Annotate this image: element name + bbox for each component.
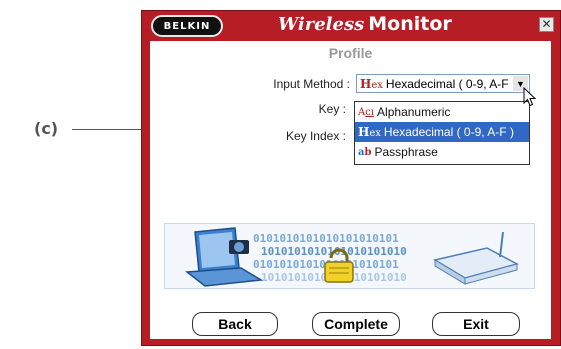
binary-row: 0101010101010101010101 (253, 232, 399, 245)
window-title: Wireless Monitor (278, 13, 452, 35)
key-label: Key : (318, 102, 346, 116)
complete-button[interactable]: Complete (312, 312, 400, 336)
titlebar: BELKIN Wireless Monitor ✕ (142, 11, 560, 39)
mouse-cursor-icon (523, 87, 537, 107)
option-passphrase[interactable]: ab Passphrase (355, 142, 529, 162)
profile-panel: Profile Input Method : Key : Key Index :… (150, 41, 551, 339)
option-hexadecimal[interactable]: Hex Hexadecimal ( 0-9, A-F ) (355, 122, 529, 142)
hex-icon: Hex (358, 125, 381, 139)
input-method-select[interactable]: Hex Hexadecimal ( 0-9, A-F ▼ (356, 74, 530, 93)
back-button[interactable]: Back (192, 312, 278, 336)
page-title: Profile (328, 45, 373, 61)
illustration-graphic: 0101010101010101010101 10101010101010101… (165, 224, 534, 288)
input-method-label: Input Method : (273, 77, 350, 91)
option-label: Hexadecimal ( 0-9, A-F ) (383, 125, 514, 139)
option-label: Alphanumeric (377, 105, 451, 119)
input-method-dropdown: Acı Alphanumeric Hex Hexadecimal ( 0-9, … (354, 101, 530, 165)
key-index-label: Key Index : (285, 129, 346, 143)
input-method-value: Hexadecimal ( 0-9, A-F (385, 76, 509, 91)
passphrase-icon: ab (358, 146, 372, 158)
network-illustration: 0101010101010101010101 10101010101010101… (164, 223, 535, 289)
alphanumeric-icon: Acı (358, 106, 375, 118)
title-monitor: Monitor (368, 13, 452, 35)
option-label: Passphrase (374, 145, 438, 159)
exit-button[interactable]: Exit (432, 312, 520, 336)
close-button[interactable]: ✕ (539, 17, 554, 32)
belkin-logo: BELKIN (151, 15, 223, 37)
title-wireless: Wireless (278, 14, 365, 35)
wireless-monitor-window: BELKIN Wireless Monitor ✕ Profile Input M… (141, 10, 561, 346)
option-alphanumeric[interactable]: Acı Alphanumeric (355, 102, 529, 122)
callout-label: (c) (34, 119, 59, 138)
hex-icon: Hex (360, 76, 383, 91)
